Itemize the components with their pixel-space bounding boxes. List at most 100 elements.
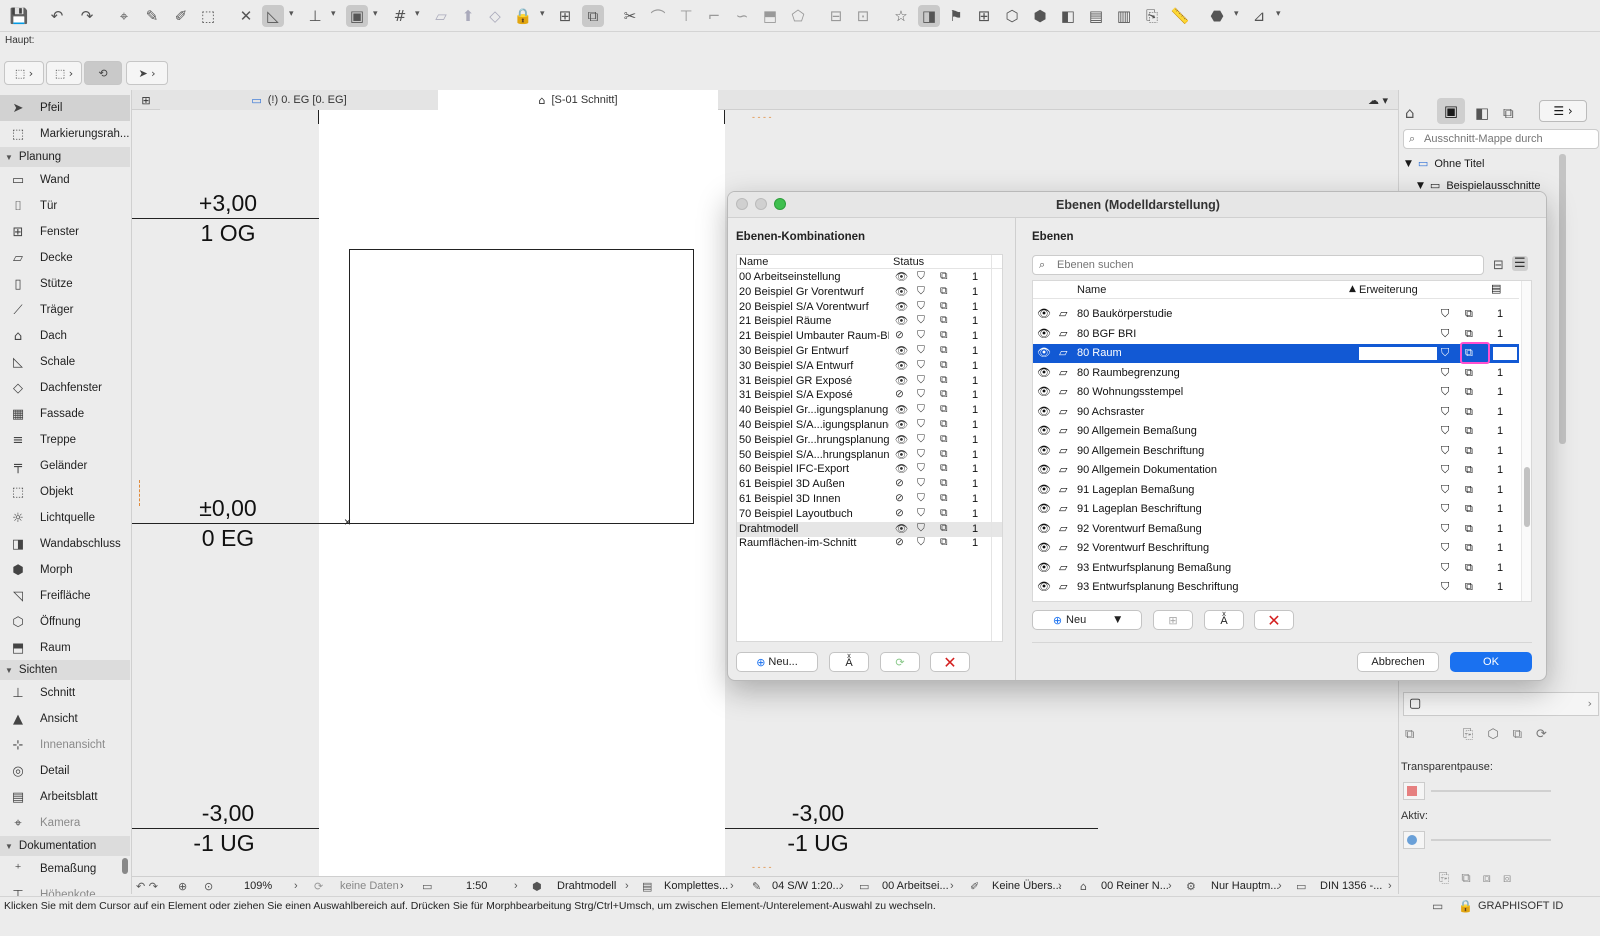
zoom-chevron[interactable]: › xyxy=(294,880,298,892)
drawing-order-icon[interactable]: ⊞ xyxy=(554,5,576,27)
wireframe-icon[interactable]: ⧉ xyxy=(940,285,948,298)
layout-book-icon[interactable]: ◧ xyxy=(1475,104,1489,122)
eye-icon[interactable]: 👁 xyxy=(895,270,908,283)
lock-icon[interactable]: ⛉ xyxy=(917,270,925,283)
flag-icon[interactable]: ⚑ xyxy=(945,5,967,27)
eye-icon[interactable]: 👁 xyxy=(1037,463,1051,476)
eye-hidden-icon[interactable]: ⊘ xyxy=(895,507,904,519)
transparent-slider[interactable] xyxy=(1431,790,1551,792)
kombi-col-status[interactable]: Status xyxy=(893,256,924,268)
adjust-icon[interactable]: ⌐ xyxy=(703,5,725,27)
graphisoft-id[interactable]: GRAPHISOFT ID xyxy=(1478,900,1563,912)
eye-icon[interactable]: 👁 xyxy=(895,344,908,357)
lock-icon[interactable]: ⛉ xyxy=(917,536,925,549)
wireframe-icon[interactable]: ⧉ xyxy=(940,477,948,490)
eye-icon[interactable]: 👁 xyxy=(895,433,908,446)
kombi-row[interactable]: 70 Beispiel Layoutbuch ⊘ ⛉ ⧉ 1 xyxy=(737,507,1002,522)
layer-row[interactable]: 👁 ▱ 80 Raumbegrenzung ⛉ ⧉ 1 xyxy=(1033,364,1519,383)
inject-icon[interactable]: ✐ xyxy=(170,5,192,27)
3d-icon[interactable]: ⬢ xyxy=(1029,5,1051,27)
wireframe-icon[interactable]: ⧉ xyxy=(940,448,948,461)
tool-raum[interactable]: ⬒ Raum xyxy=(0,635,130,661)
lock-icon[interactable]: ⛉ xyxy=(1441,366,1449,380)
marquee-method-button[interactable]: ⬚ › xyxy=(46,61,82,85)
tool-lichtquelle[interactable]: ☼ Lichtquelle xyxy=(0,505,130,531)
ebenen-new-button[interactable]: ⊕ Neu ▼ xyxy=(1032,610,1142,630)
tool-decke[interactable]: ▱ Decke xyxy=(0,245,130,271)
zoom-in-icon[interactable]: ⊕ xyxy=(178,880,187,893)
kombi-list[interactable]: Name Status 00 Arbeitseinstellung 👁 ⛉ ⧉ … xyxy=(736,254,1003,642)
folder-view-icon[interactable]: ⊟ xyxy=(1493,258,1504,273)
wireframe-icon[interactable]: ⧉ xyxy=(1465,580,1473,594)
kombi-row[interactable]: 20 Beispiel S/A Vorentwurf 👁 ⛉ ⧉ 1 xyxy=(737,300,1002,315)
ruler-icon[interactable]: 📏 xyxy=(1169,5,1191,27)
layer-combo-value[interactable]: 00 Arbeitsei... xyxy=(882,880,949,892)
layer-row[interactable]: 👁 ▱ 90 Allgemein Dokumentation ⛉ ⧉ 1 xyxy=(1033,461,1519,480)
trim-icon[interactable]: ✂ xyxy=(619,5,641,27)
lock-icon[interactable]: ⛉ xyxy=(917,448,925,461)
tool-träger[interactable]: ⟋ Träger xyxy=(0,297,130,323)
tool-pfeil[interactable]: ➤ Pfeil xyxy=(0,95,130,121)
tab-options-icon[interactable]: ☁ ▾ xyxy=(1358,90,1398,110)
eye-icon[interactable]: 👁 xyxy=(895,462,908,475)
lock-icon[interactable]: ⛉ xyxy=(917,477,925,490)
wireframe-icon[interactable]: ⧉ xyxy=(1465,307,1473,321)
wireframe-icon[interactable]: ⧉ xyxy=(1465,502,1473,516)
lock-icon[interactable]: ⛉ xyxy=(1441,327,1449,341)
tool-arbeitsblatt[interactable]: ▤ Arbeitsblatt xyxy=(0,784,130,810)
resize-icon[interactable]: ⬒ xyxy=(759,5,781,27)
ebenen-search[interactable]: ⌕ xyxy=(1032,255,1484,275)
aktiv-color-swatch[interactable] xyxy=(1403,831,1425,849)
tool-innenansicht[interactable]: ⊹ Innenansicht xyxy=(0,732,130,758)
tool-fenster[interactable]: ⊞ Fenster xyxy=(0,219,130,245)
snap-points-icon[interactable]: ⊥ xyxy=(304,5,326,27)
navigator-scrollbar[interactable] xyxy=(1559,154,1566,444)
structure-value[interactable]: Nur Hauptm... xyxy=(1211,880,1279,892)
extension-field[interactable] xyxy=(1359,347,1437,360)
model-view-value[interactable]: Drahtmodell xyxy=(557,880,616,892)
wireframe-icon[interactable]: ⧉ xyxy=(940,403,948,416)
list-view-icon[interactable]: ☰ xyxy=(1512,256,1528,271)
kombi-row[interactable]: 61 Beispiel 3D Außen ⊘ ⛉ ⧉ 1 xyxy=(737,477,1002,492)
eye-icon[interactable]: 👁 xyxy=(895,314,908,327)
lock-icon[interactable]: ⛉ xyxy=(917,388,925,401)
split-icon[interactable]: ⊤ xyxy=(675,5,697,27)
layer-row[interactable]: 👁 ▱ 80 Wohnungsstempel ⛉ ⧉ 1 xyxy=(1033,383,1519,402)
lock-icon[interactable]: ⛉ xyxy=(917,507,925,520)
kombi-row[interactable]: 21 Beispiel Räume 👁 ⛉ ⧉ 1 xyxy=(737,314,1002,329)
lock-icon[interactable]: ⛉ xyxy=(1441,561,1449,575)
cube-icon[interactable]: ⬣ xyxy=(1206,5,1228,27)
kombi-row[interactable]: 50 Beispiel Gr...hrungsplanung 👁 ⛉ ⧉ 1 xyxy=(737,433,1002,448)
toolbox-scrollbar[interactable] xyxy=(122,858,128,874)
wireframe-icon[interactable]: ⧉ xyxy=(1465,522,1473,536)
navigator-search-input[interactable] xyxy=(1424,131,1594,147)
lock-icon[interactable]: ⛉ xyxy=(917,285,925,298)
transform-icon[interactable]: ◇ xyxy=(484,5,506,27)
eye-icon[interactable]: 👁 xyxy=(1037,483,1051,496)
view-tools-icons[interactable]: ⎘⬡⧉⟳ xyxy=(1463,726,1561,742)
wireframe-icon[interactable]: ⧉ xyxy=(1465,405,1473,419)
eye-icon[interactable]: 👁 xyxy=(895,522,908,535)
close-window-button[interactable] xyxy=(736,198,748,210)
layer-row[interactable]: 👁 ▱ 91 Lageplan Beschriftung ⛉ ⧉ 1 xyxy=(1033,500,1519,519)
wireframe-icon[interactable]: ⧉ xyxy=(940,433,948,446)
pen-field[interactable] xyxy=(1493,347,1517,360)
tool-dach[interactable]: ⌂ Dach xyxy=(0,323,130,349)
complete-value[interactable]: Komplettes... xyxy=(664,880,728,892)
wireframe-icon[interactable]: ⧉ xyxy=(940,344,948,357)
kombi-row[interactable]: 61 Beispiel 3D Innen ⊘ ⛉ ⧉ 1 xyxy=(737,492,1002,507)
kombi-row[interactable]: Drahtmodell 👁 ⛉ ⧉ 1 xyxy=(737,521,1002,537)
lock-icon[interactable]: 🔒 xyxy=(1458,899,1473,913)
complete-chevron[interactable]: › xyxy=(730,880,734,892)
tool-stütze[interactable]: ▯ Stütze xyxy=(0,271,130,297)
structure-chevron[interactable]: › xyxy=(1278,880,1282,892)
chevron-down-icon[interactable]: ▾ xyxy=(540,9,545,19)
wireframe-icon[interactable]: ⧉ xyxy=(940,329,948,342)
wireframe-icon[interactable]: ⧉ xyxy=(1465,561,1473,575)
lock-icon[interactable]: ⛉ xyxy=(917,433,925,446)
wireframe-icon[interactable]: ⧉ xyxy=(940,522,948,535)
tool-schale[interactable]: ◺ Schale xyxy=(0,349,130,375)
find-select-icon[interactable]: ⌖ xyxy=(113,5,135,27)
eye-icon[interactable]: 👁 xyxy=(895,300,908,313)
zoom-window-button[interactable] xyxy=(774,198,786,210)
